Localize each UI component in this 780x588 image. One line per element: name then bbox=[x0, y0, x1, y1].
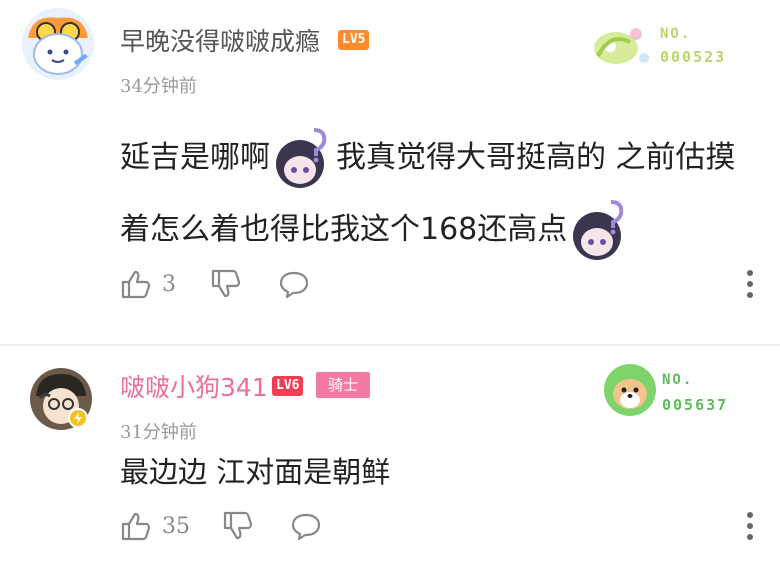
reply-bubble-icon bbox=[279, 271, 309, 299]
dislike-button[interactable] bbox=[222, 506, 254, 546]
reply-button[interactable] bbox=[290, 506, 322, 546]
fan-number-label: NO. bbox=[660, 26, 692, 42]
comment-item: 啵啵小狗341 LV6 骑士 31分钟前 NO. 005637 最边边 江对面是… bbox=[0, 346, 780, 588]
like-count: 3 bbox=[162, 271, 176, 297]
thumb-down-icon bbox=[211, 269, 241, 298]
comment-text-part: 延吉是哪啊 bbox=[120, 140, 270, 175]
more-vertical-icon bbox=[747, 512, 753, 540]
like-button[interactable]: 3 bbox=[120, 264, 176, 304]
thumb-up-icon bbox=[121, 512, 151, 541]
level-badge: LV5 bbox=[338, 30, 370, 50]
fan-badge-dog-icon bbox=[604, 364, 656, 416]
more-options-button[interactable] bbox=[740, 510, 760, 542]
reply-bubble-icon bbox=[291, 513, 321, 541]
sticker-emoji-icon bbox=[270, 124, 336, 194]
sticker-emoji-icon bbox=[567, 196, 633, 266]
timestamp: 31分钟前 bbox=[120, 422, 197, 443]
like-count: 35 bbox=[162, 513, 190, 539]
fan-number-label: NO. bbox=[662, 372, 694, 388]
fan-badge[interactable]: NO. 005637 bbox=[600, 360, 750, 418]
user-avatar[interactable] bbox=[22, 8, 94, 80]
timestamp: 34分钟前 bbox=[120, 76, 197, 97]
fan-number: 000523 bbox=[660, 48, 727, 66]
reply-button[interactable] bbox=[278, 264, 310, 304]
like-button[interactable]: 35 bbox=[120, 506, 190, 546]
thumb-down-icon bbox=[223, 511, 253, 540]
comment-item: 早晚没得啵啵成瘾 LV5 34分钟前 NO. 000523 延吉是哪啊 我真觉得大… bbox=[0, 0, 780, 344]
comment-actions: 3 bbox=[120, 264, 760, 304]
comment-actions: 35 bbox=[120, 506, 760, 546]
more-vertical-icon bbox=[747, 270, 753, 298]
fan-badge-art-icon bbox=[594, 28, 649, 64]
more-options-button[interactable] bbox=[740, 268, 760, 300]
dislike-button[interactable] bbox=[210, 264, 242, 304]
comment-text: 延吉是哪啊 我真觉得大哥挺高的 之前估摸着怎么着也得比我这个168还高点 bbox=[120, 122, 760, 266]
comment-text: 最边边 江对面是朝鲜 bbox=[120, 455, 391, 489]
level-badge: LV6 bbox=[272, 376, 304, 396]
username[interactable]: 早晚没得啵啵成瘾 bbox=[120, 22, 320, 58]
username[interactable]: 啵啵小狗341 bbox=[120, 368, 268, 404]
fan-number: 005637 bbox=[662, 396, 729, 414]
thumb-up-icon bbox=[121, 270, 151, 299]
verified-bolt-icon bbox=[68, 408, 88, 428]
fan-badge[interactable]: NO. 000523 bbox=[590, 22, 740, 70]
fan-medal-badge[interactable]: 骑士 bbox=[316, 372, 371, 398]
